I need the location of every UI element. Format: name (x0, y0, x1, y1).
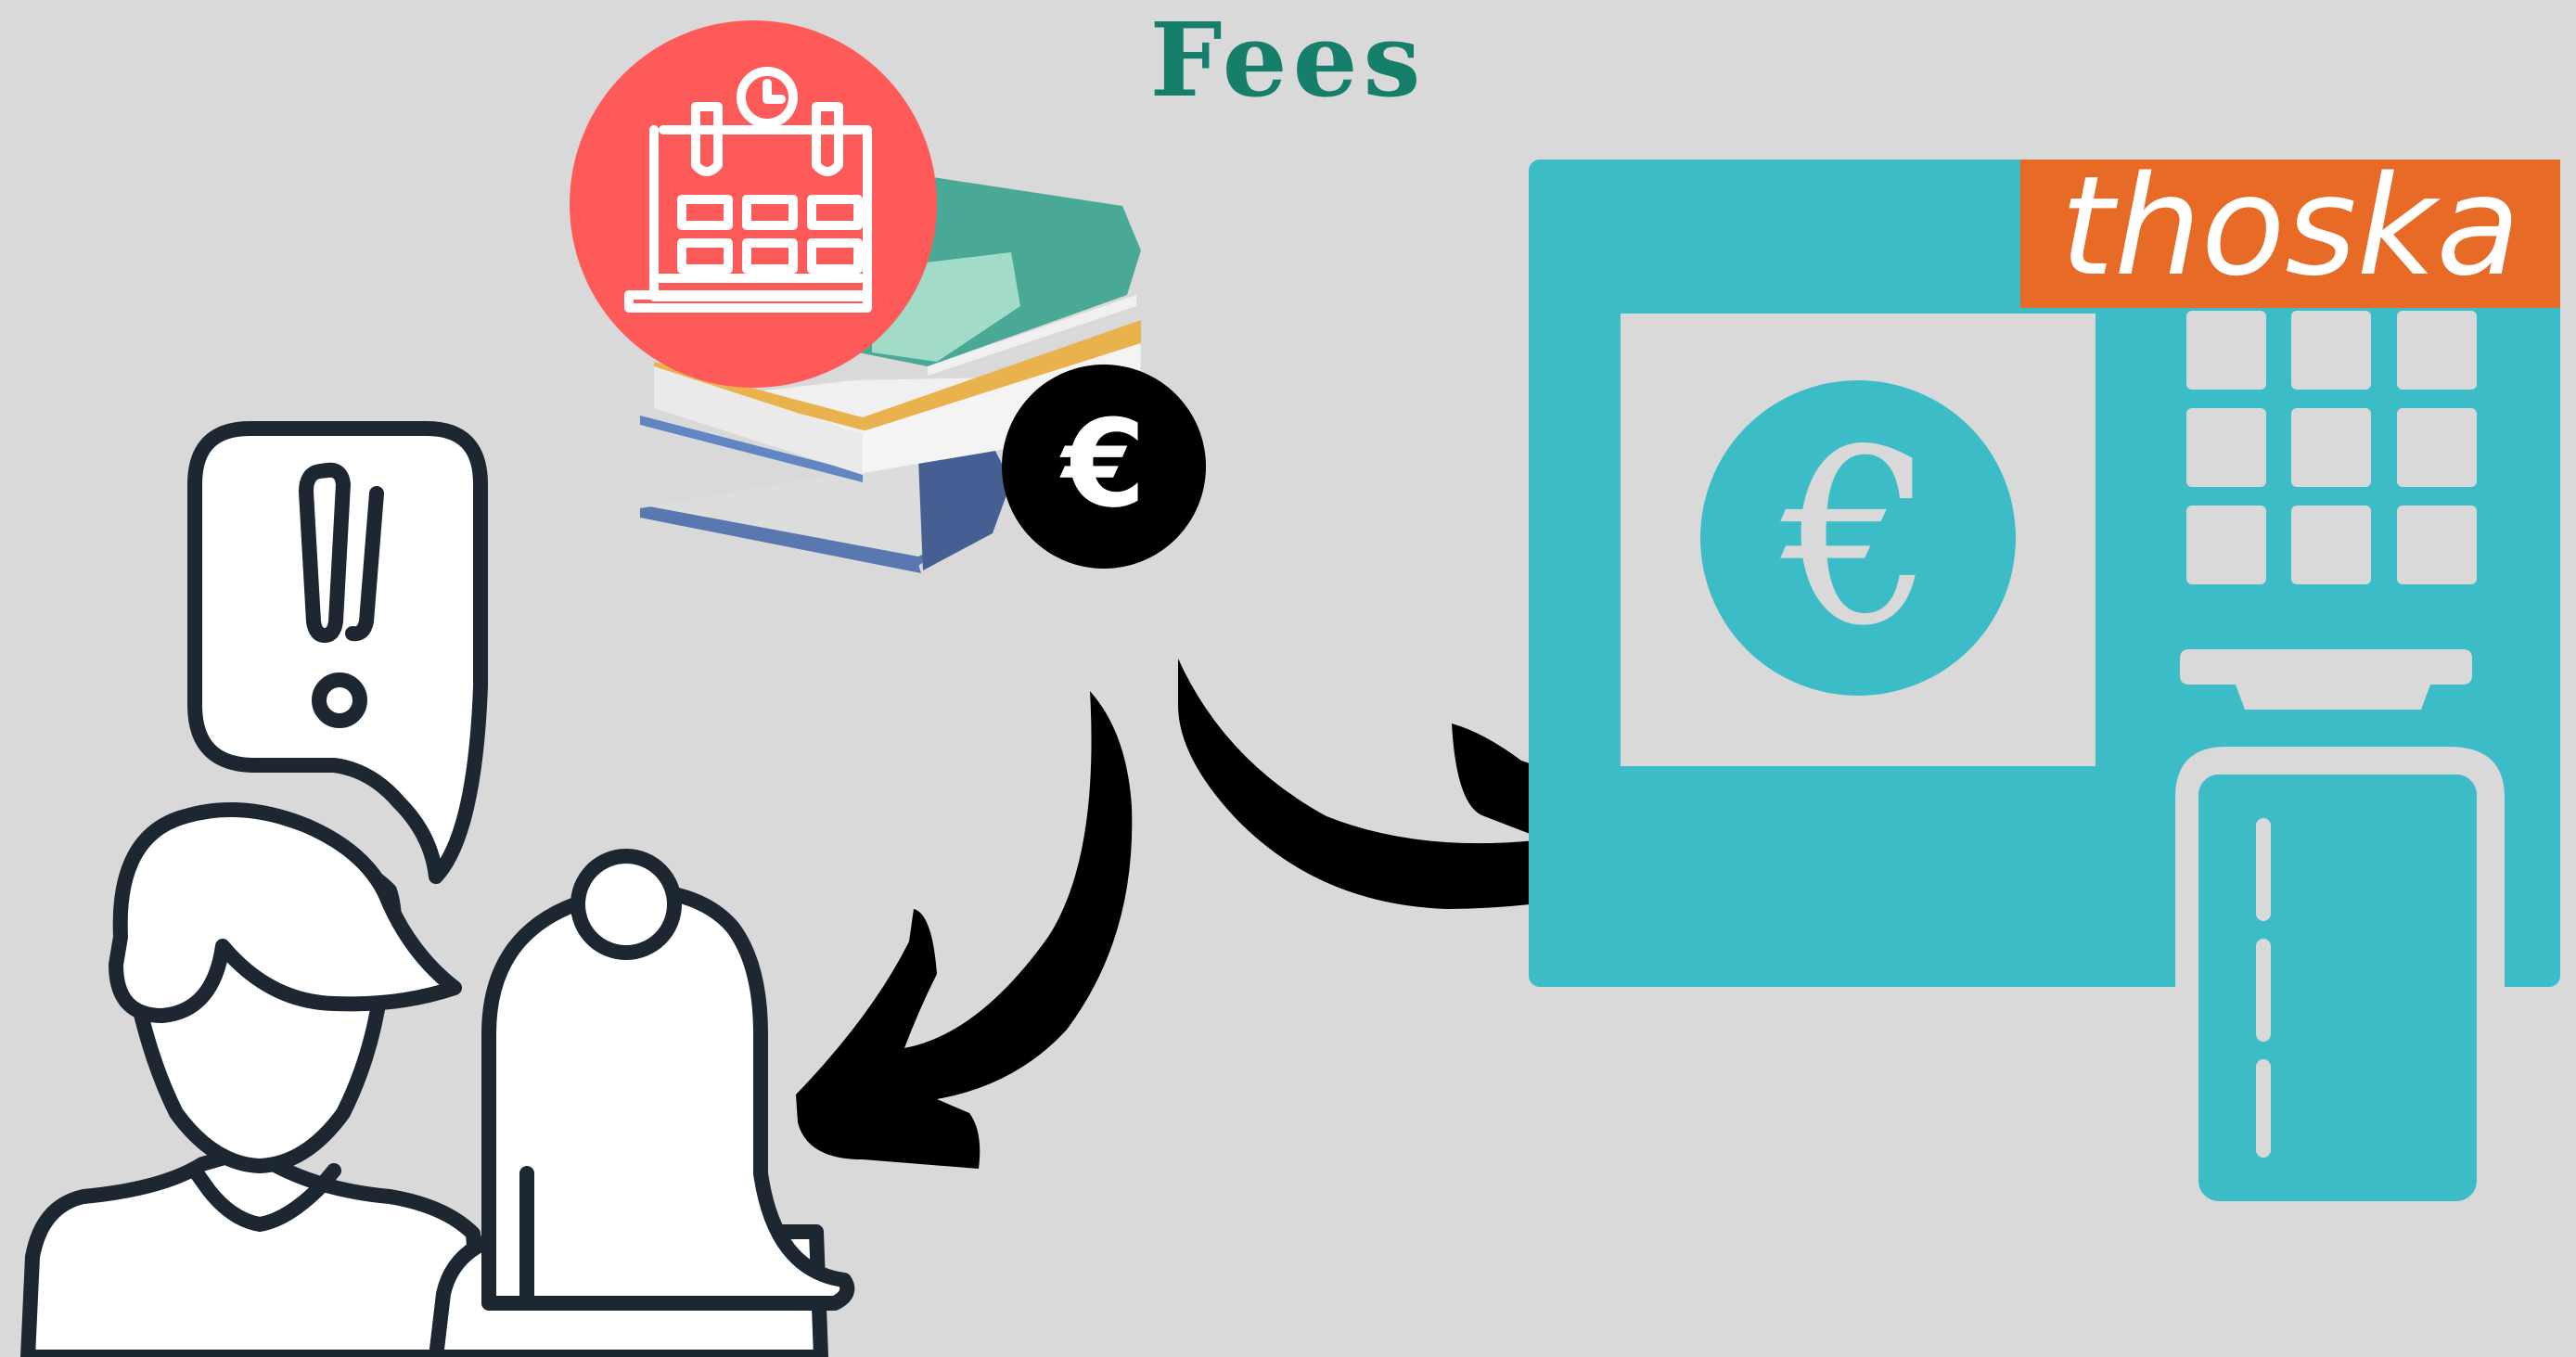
parents-icon (20, 801, 490, 1357)
notification-bell-icon (429, 849, 855, 1357)
thoska-logo: thoska (2020, 147, 2560, 308)
euro-coin-icon: € (1002, 365, 1206, 569)
euro-coin-symbol: € (1059, 393, 1146, 534)
payment-terminal-icon: € (1529, 160, 2560, 1201)
thoska-logo-text: thoska (2060, 147, 2520, 306)
terminal-euro-symbol: € (1777, 399, 1934, 679)
terminal-keypad (2186, 311, 2477, 584)
calendar-clock-icon (570, 20, 937, 388)
fees-diagram: € € thoska (20, 20, 2560, 1357)
